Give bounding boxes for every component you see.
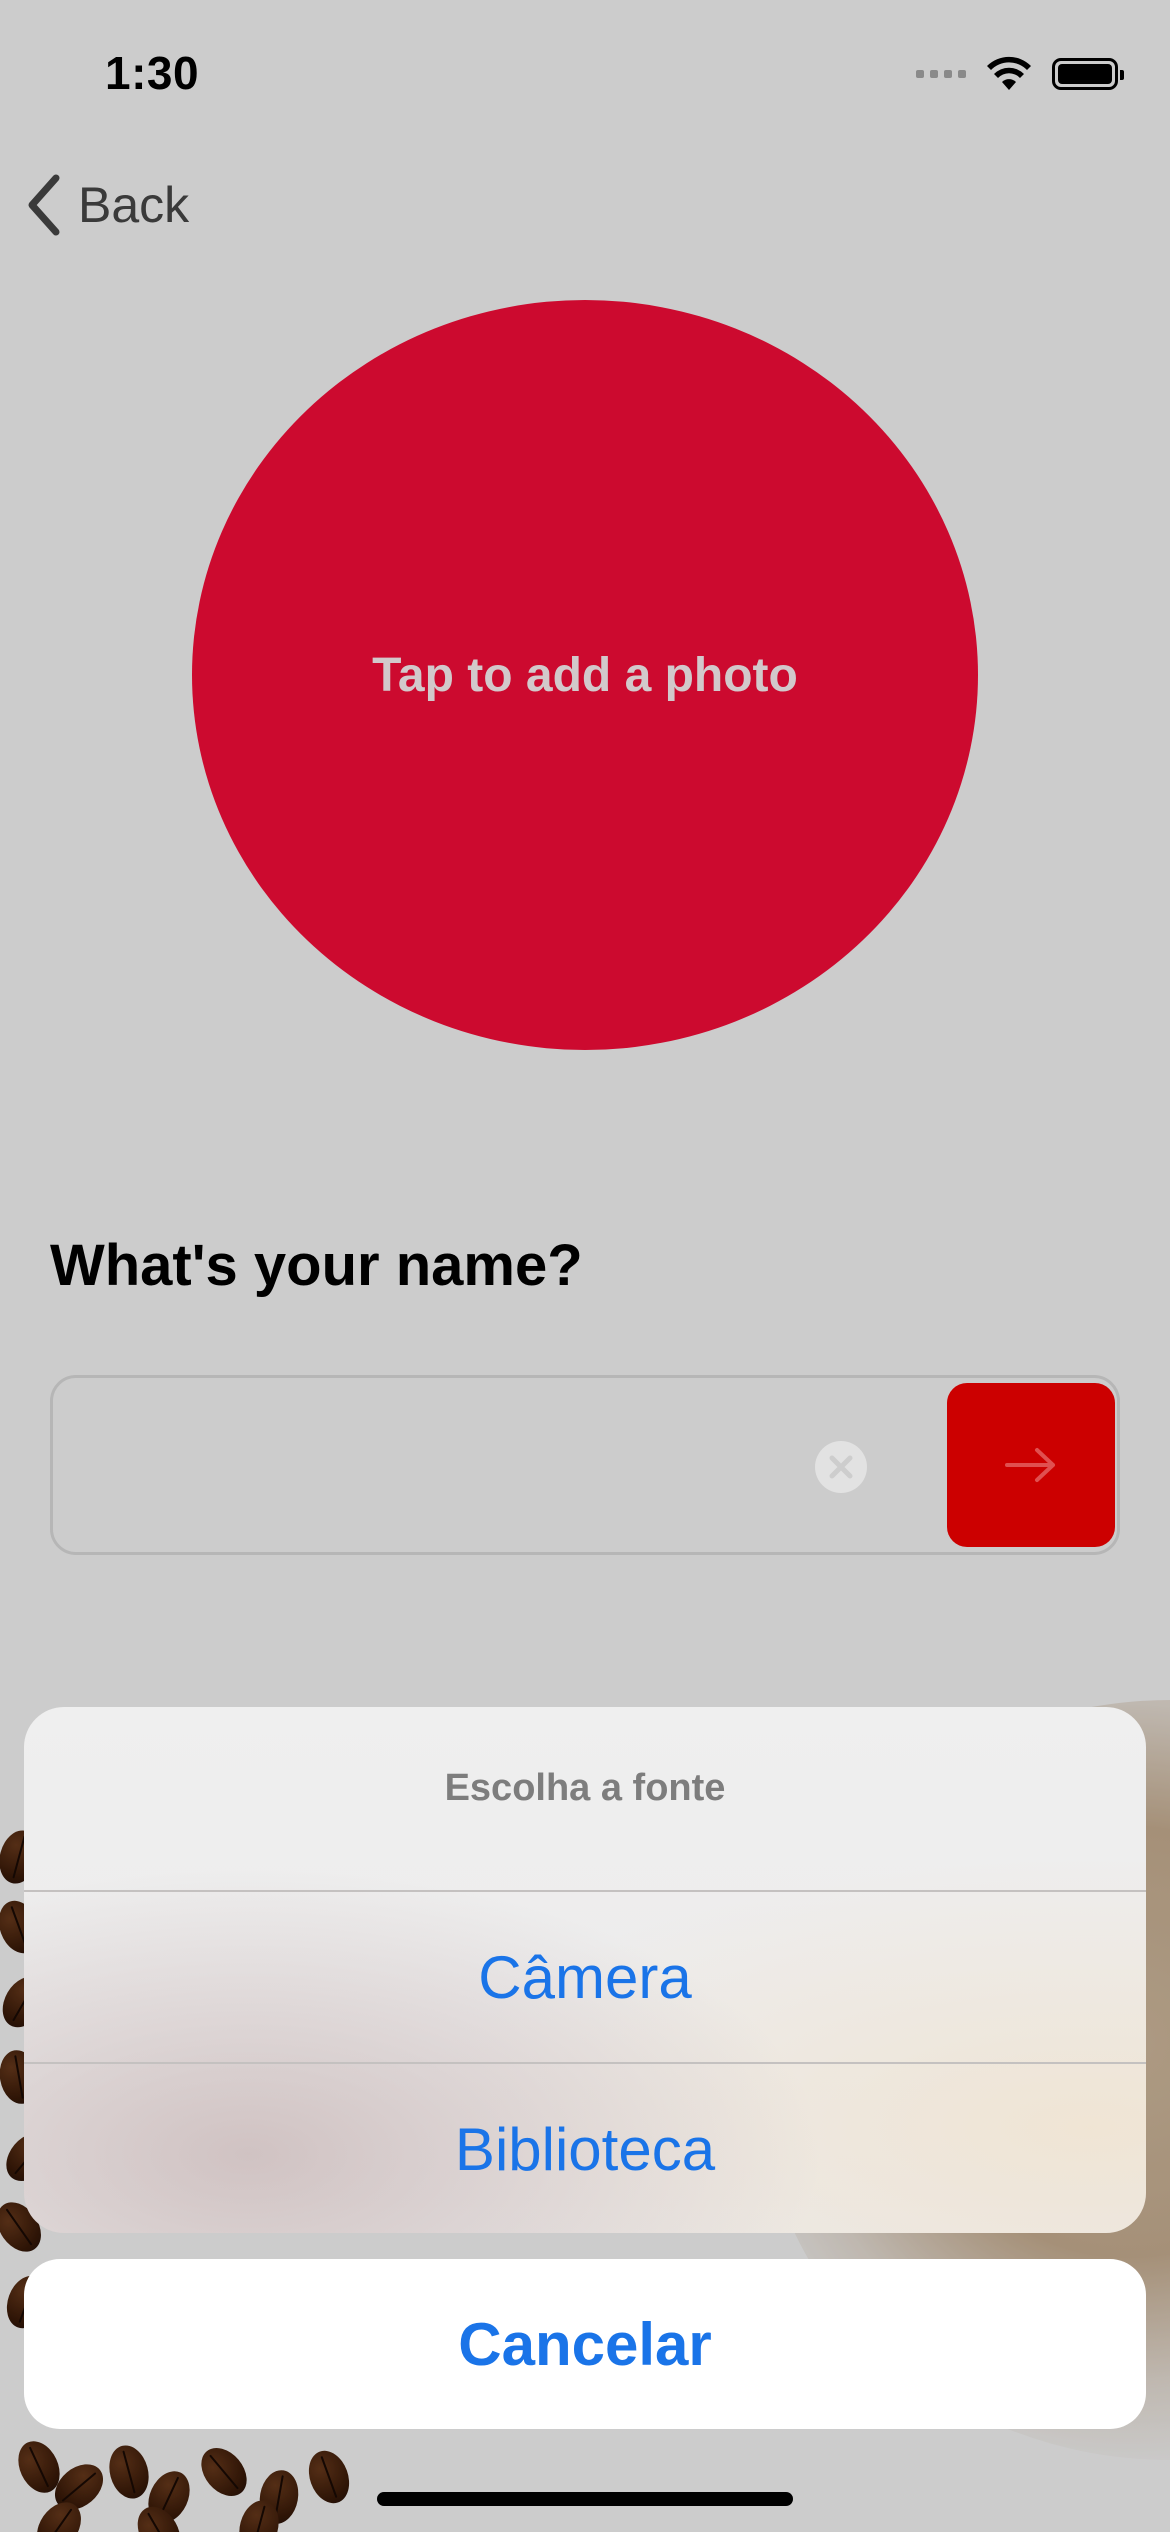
- arrow-right-icon: [1005, 1448, 1055, 1482]
- name-input[interactable]: [83, 1408, 827, 1525]
- home-indicator[interactable]: [377, 2492, 793, 2506]
- wifi-icon: [987, 56, 1031, 90]
- clear-circle-icon[interactable]: [815, 1441, 867, 1493]
- camera-option-button[interactable]: Câmera: [24, 1892, 1146, 2062]
- library-option-button[interactable]: Biblioteca: [24, 2064, 1146, 2233]
- cancel-button[interactable]: Cancelar: [24, 2259, 1146, 2429]
- status-icons: [916, 52, 1124, 96]
- action-sheet: Escolha a fonte Câmera Biblioteca: [24, 1707, 1146, 2233]
- back-button[interactable]: Back: [24, 170, 189, 240]
- name-field: [50, 1375, 1120, 1555]
- cellular-signal-icon: [916, 70, 966, 78]
- chevron-left-icon: [28, 174, 60, 236]
- name-heading: What's your name?: [50, 1233, 583, 1298]
- add-photo-label: Tap to add a photo: [372, 648, 798, 702]
- submit-name-button[interactable]: [947, 1383, 1115, 1547]
- status-time: 1:30: [105, 47, 200, 99]
- add-photo-button[interactable]: Tap to add a photo: [192, 300, 978, 1050]
- action-sheet-title: Escolha a fonte: [444, 1767, 726, 1809]
- battery-icon: [1052, 58, 1124, 90]
- back-label: Back: [78, 177, 190, 233]
